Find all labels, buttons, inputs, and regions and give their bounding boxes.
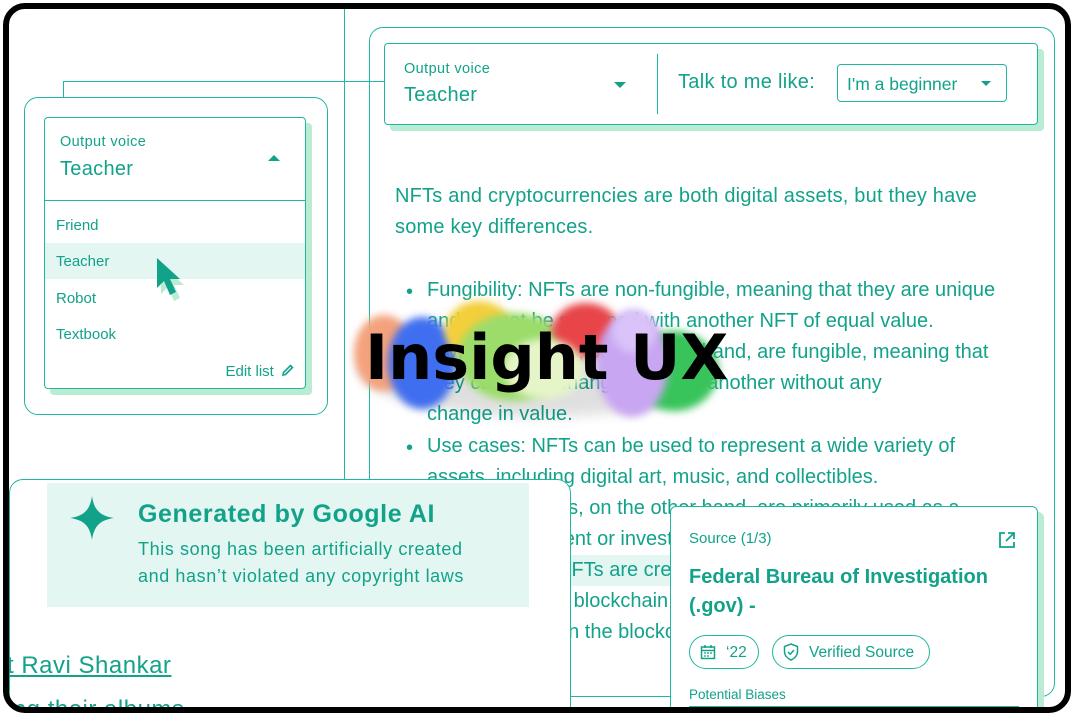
dropdown-value: Teacher: [60, 158, 134, 180]
ai-disclosure-title: Generated by Google AI: [138, 500, 436, 528]
pencil-icon: [281, 364, 294, 377]
chevron-down-icon: [614, 82, 626, 88]
source-count: Source (1/3): [689, 530, 772, 547]
bullet-line: Use cases: NFTs can be used to represent…: [427, 435, 956, 457]
source-card: Source (1/3) Federal Bureau of Investiga…: [670, 506, 1038, 707]
toolbar-divider: [657, 54, 658, 114]
open-external-icon[interactable]: [998, 531, 1016, 549]
shield-check-icon: [783, 643, 799, 661]
screenshot-frame: Output voice Teacher Talk to me like: I'…: [3, 3, 1071, 713]
output-voice-dropdown: Output voice Teacher Friend Teacher Robo…: [44, 117, 306, 389]
dropdown-divider: [45, 200, 305, 201]
cursor-icon: [157, 258, 184, 301]
dropdown-label: Output voice: [60, 134, 147, 150]
ai-disclosure-line-1: This song has been artificially created: [138, 539, 463, 559]
bullet-dot: •: [406, 437, 414, 459]
ai-disclosure-line-2: and hasn’t violated any copyright laws: [138, 566, 464, 586]
option-label: Textbook: [56, 326, 117, 343]
output-voice-select[interactable]: Output voice Teacher: [385, 44, 647, 124]
artist-link[interactable]: t Ravi Shankar: [9, 652, 171, 680]
option-label: Robot: [56, 290, 97, 307]
option-label: Friend: [56, 217, 99, 234]
output-voice-label: Output voice: [404, 61, 491, 77]
output-voice-value: Teacher: [404, 84, 478, 106]
chevron-down-icon: [981, 81, 991, 86]
edit-list-button[interactable]: Edit list: [225, 363, 295, 380]
talk-level-select[interactable]: I'm a beginner: [837, 64, 1007, 102]
biases-underline: [689, 706, 1019, 707]
talk-to-me-label: Talk to me like:: [678, 71, 816, 93]
verified-source-label: Verified Source: [809, 644, 915, 661]
albums-link[interactable]: ing their albums: [9, 696, 184, 707]
dropdown-header[interactable]: Output voice Teacher: [45, 118, 305, 198]
verified-source-chip: Verified Source: [772, 635, 930, 669]
talk-level-value: I'm a beginner: [847, 74, 958, 94]
year-chip: ‘22: [689, 635, 759, 669]
edit-list-label: Edit list: [225, 363, 274, 380]
option-label: Teacher: [56, 253, 110, 270]
sparkle-icon: [70, 496, 114, 540]
potential-biases-label: Potential Biases: [689, 687, 786, 702]
voice-toolbar: Output voice Teacher Talk to me like: I'…: [384, 43, 1038, 125]
source-title[interactable]: Federal Bureau of Investigation (.gov) -: [689, 563, 1009, 621]
year-chip-label: ‘22: [726, 644, 747, 661]
calendar-icon: [700, 645, 716, 660]
logo-text: Insight UX: [365, 321, 729, 394]
dropdown-option-friend[interactable]: Friend: [45, 207, 305, 243]
response-intro: NFTs and cryptocurrencies are both digit…: [395, 185, 977, 238]
chevron-up-icon: [268, 155, 280, 161]
dropdown-option-textbook[interactable]: Textbook: [45, 316, 305, 352]
